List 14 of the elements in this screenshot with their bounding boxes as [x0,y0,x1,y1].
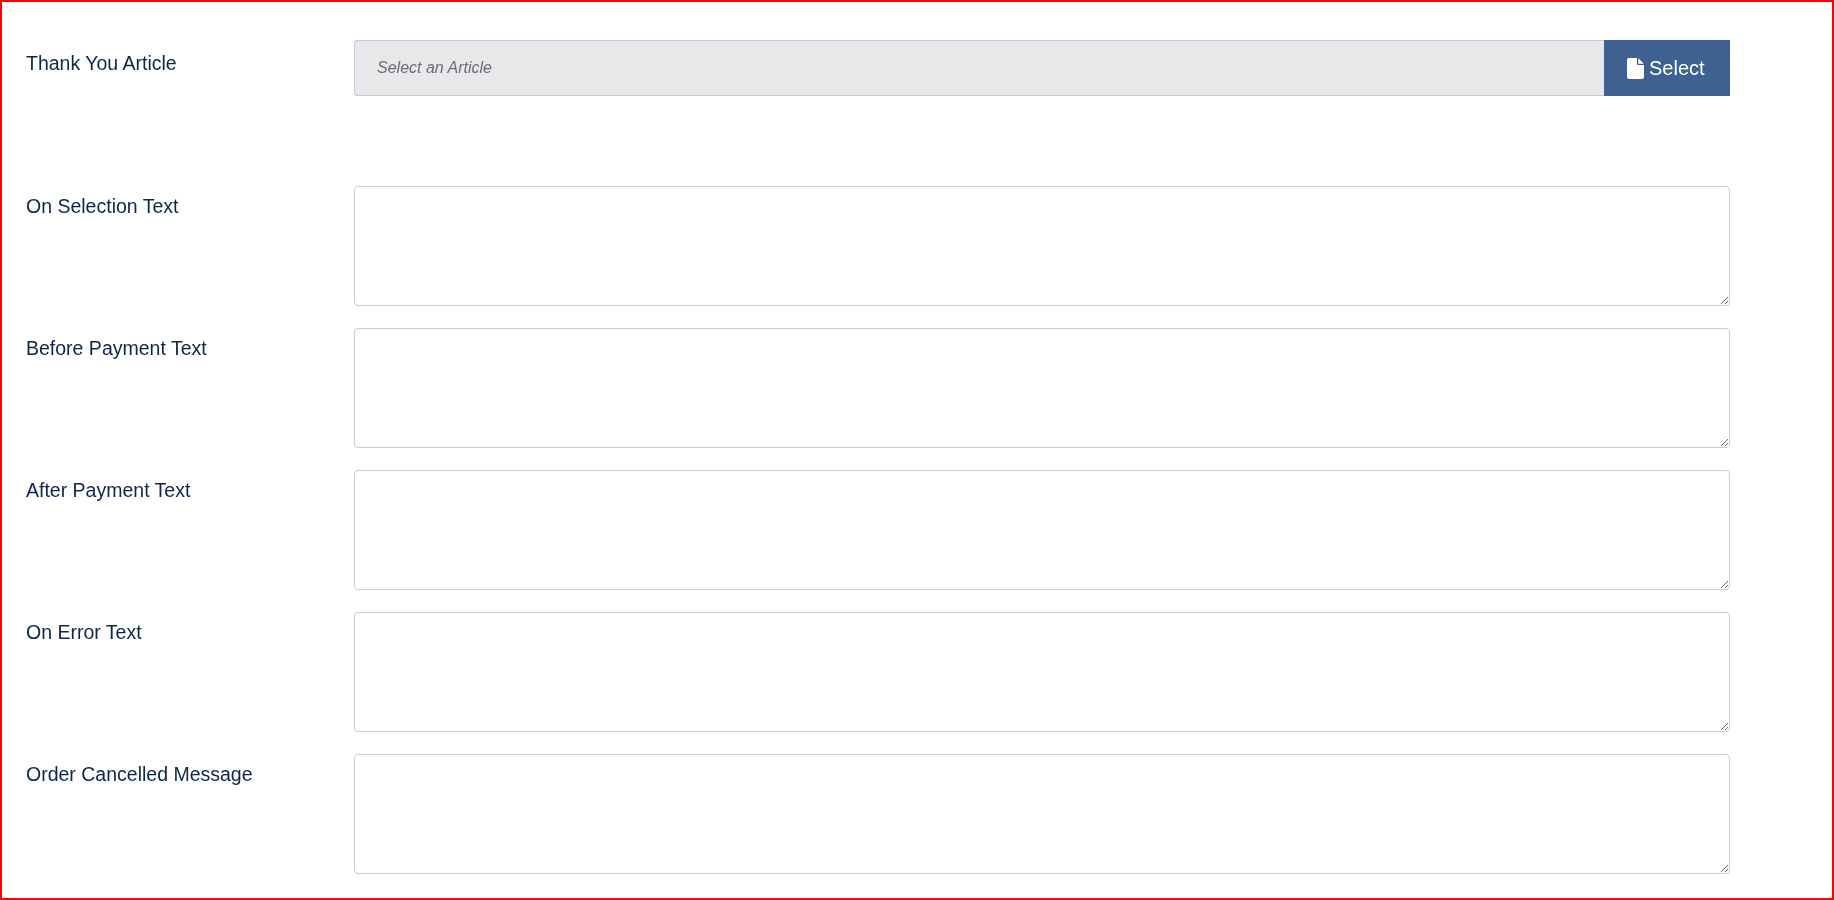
field-label: After Payment Text [26,479,191,501]
text-area[interactable] [354,612,1730,732]
field-label: Order Cancelled Message [26,763,253,785]
field-label: Before Payment Text [26,337,207,359]
text-area[interactable] [354,328,1730,448]
text-area[interactable] [354,470,1730,590]
field-label: On Error Text [26,621,142,643]
text-area[interactable] [354,754,1730,874]
article-field[interactable]: Select an Article [354,40,1604,96]
select-button[interactable]: Select [1604,40,1730,96]
text-area[interactable] [354,186,1730,306]
field-label: Thank You Article [26,52,177,74]
field-label: On Selection Text [26,195,179,217]
file-icon [1627,57,1644,79]
